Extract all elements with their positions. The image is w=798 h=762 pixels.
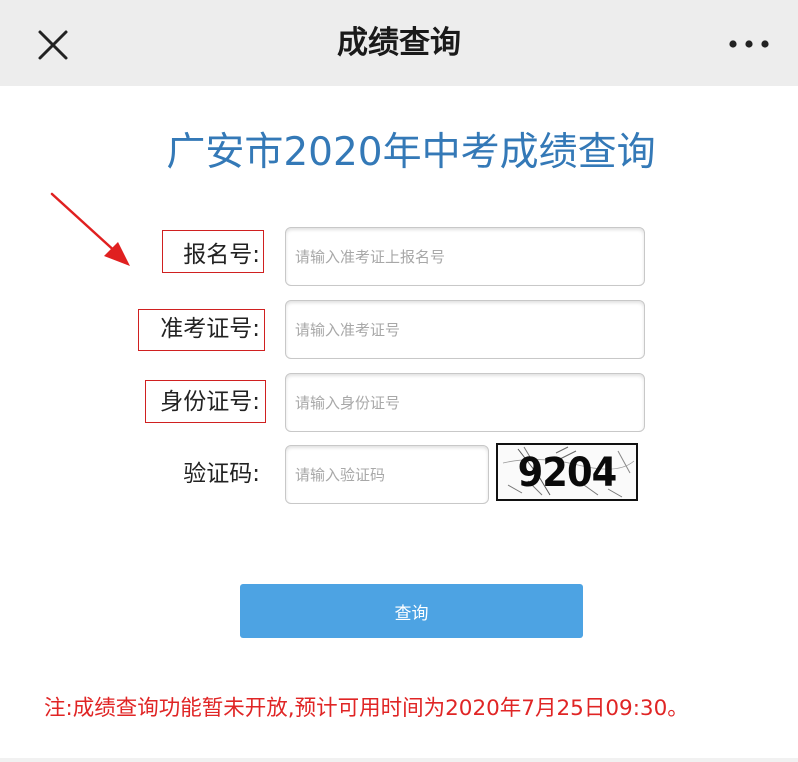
annotation-arrow-icon xyxy=(50,192,130,266)
captcha-image[interactable]: 9204 xyxy=(496,443,638,501)
more-icon xyxy=(729,40,769,48)
registration-label: 报名号: xyxy=(183,242,260,268)
captcha-label: 验证码: xyxy=(183,461,260,487)
page-title: 广安市2020年中考成绩查询 xyxy=(166,130,656,175)
more-button[interactable] xyxy=(724,30,774,58)
captcha-input[interactable] xyxy=(285,445,489,504)
captcha-text: 9204 xyxy=(517,450,618,496)
nav-title: 成绩查询 xyxy=(337,25,461,61)
query-button[interactable]: 查询 xyxy=(240,584,583,638)
id-card-label: 身份证号: xyxy=(160,389,260,415)
top-nav-bar: 成绩查询 xyxy=(0,0,798,86)
notice-text: 注:成绩查询功能暂未开放,预计可用时间为2020年7月25日09:30。 xyxy=(44,696,689,721)
registration-number-input[interactable] xyxy=(285,227,645,286)
exam-ticket-input[interactable] xyxy=(285,300,645,359)
exam-ticket-label: 准考证号: xyxy=(160,316,260,342)
id-card-input[interactable] xyxy=(285,373,645,432)
bottom-divider xyxy=(0,758,798,762)
